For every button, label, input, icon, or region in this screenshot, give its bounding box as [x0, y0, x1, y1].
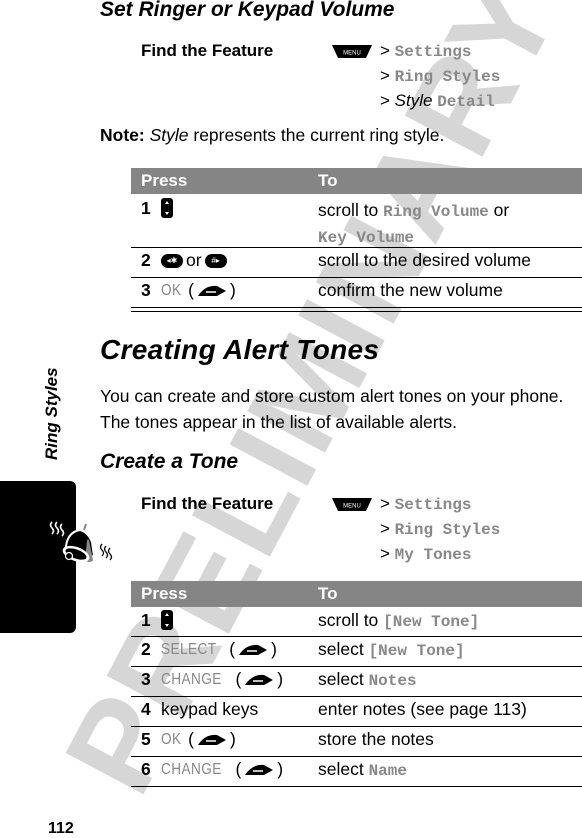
- menu-path-step: > Ring Styles: [380, 519, 501, 539]
- soft-key-label: SELECT: [161, 640, 217, 658]
- table-row: 6 CHANGE () select Name: [131, 757, 582, 787]
- pound-key-icon: #▸: [204, 253, 227, 268]
- find-feature-label: Find the Feature: [141, 41, 274, 60]
- press-cell: [161, 610, 318, 630]
- press-to-table-volume: Press To 1 scroll to Ring Volume or Key …: [131, 168, 582, 312]
- header-press: Press: [141, 584, 188, 603]
- table-row: 3 OK () confirm the new volume: [131, 278, 582, 308]
- header-to: To: [318, 171, 338, 190]
- press-cell: OK (): [161, 729, 236, 749]
- header-to: To: [318, 584, 338, 603]
- step-number: 3: [141, 669, 151, 689]
- table-row: 2 SELECT () select [New Tone]: [131, 637, 582, 667]
- press-cell: keypad keys: [161, 699, 259, 719]
- right-soft-key-icon: [245, 674, 274, 685]
- menu-path-step: > Settings: [380, 41, 472, 61]
- menu-path: > Settings > Ring Styles > My Tones: [380, 492, 500, 567]
- subsection-title-create-tone: Create a Tone: [100, 450, 239, 473]
- svg-text:MENU: MENU: [343, 51, 361, 57]
- step-number: 3: [141, 280, 151, 300]
- menu-path-step: > Style Detail: [380, 91, 495, 111]
- press-to-table-create-tone: Press To 1 scroll to [New Tone] 2 SELECT…: [131, 581, 582, 787]
- table-row: 1 scroll to Ring Volume or Key Volume: [131, 194, 582, 248]
- press-cell: OK (): [161, 280, 236, 300]
- section-title-creating-alert-tones: Creating Alert Tones: [100, 334, 380, 365]
- header-press: Press: [141, 171, 188, 190]
- soft-key-label: OK: [161, 281, 182, 299]
- step-number: 1: [141, 610, 151, 630]
- table-row: 4 keypad keys enter notes (see page 113): [131, 697, 582, 727]
- right-soft-key-icon: [245, 764, 274, 775]
- or-text: or: [186, 250, 202, 270]
- press-cell: [161, 198, 318, 218]
- to-cell: scroll to the desired volume: [318, 250, 532, 270]
- step-number: 2: [141, 639, 151, 659]
- soft-key-label: OK: [161, 730, 182, 748]
- nav-key-icon: [161, 198, 173, 218]
- section-side-label: Ring Styles: [42, 367, 61, 460]
- table-row: 5 OK () store the notes: [131, 727, 582, 757]
- menu-key-icon: MENU: [332, 45, 372, 58]
- menu-path-step: > Settings: [380, 494, 472, 514]
- step-number: 6: [141, 759, 151, 779]
- note: Note: Style represents the current ring …: [100, 125, 444, 146]
- soft-key-label: CHANGE: [161, 760, 222, 778]
- table-header: Press To: [131, 168, 582, 194]
- step-number: 5: [141, 729, 151, 749]
- menu-path-step: > My Tones: [380, 544, 472, 564]
- step-number: 1: [141, 198, 151, 218]
- right-soft-key-icon: [197, 285, 226, 296]
- table-header: Press To: [131, 581, 582, 607]
- nav-key-icon: [161, 610, 173, 630]
- table-row: 1 scroll to [New Tone]: [131, 607, 582, 637]
- svg-text:MENU: MENU: [343, 504, 361, 510]
- ringing-bell-icon: [49, 521, 113, 563]
- note-label: Note:: [100, 125, 145, 145]
- to-cell: select Notes: [318, 669, 417, 690]
- note-text: represents the current ring style.: [188, 125, 445, 145]
- step-number: 2: [141, 250, 151, 270]
- soft-key-label: CHANGE: [161, 670, 222, 688]
- step-number: 4: [141, 699, 151, 719]
- star-key-icon: ◂✱: [161, 253, 183, 268]
- to-cell: scroll to [New Tone]: [318, 610, 480, 631]
- press-cell: SELECT (): [161, 639, 277, 659]
- to-cell: select [New Tone]: [318, 639, 465, 660]
- to-cell: select Name: [318, 759, 407, 780]
- to-cell: enter notes (see page 113): [318, 699, 527, 719]
- menu-key-icon: MENU: [332, 498, 372, 511]
- press-cell: CHANGE (): [161, 669, 284, 689]
- table-end-rule: [131, 311, 582, 312]
- to-cell: scroll to Ring Volume or Key Volume: [318, 200, 510, 247]
- table-row: 3 CHANGE () select Notes: [131, 667, 582, 697]
- note-italic: Style: [149, 125, 189, 145]
- menu-path-step: > Ring Styles: [380, 66, 501, 86]
- find-feature-label: Find the Feature: [141, 494, 274, 513]
- table-row: 2 ◂✱ or #▸ scroll to the desired volume: [131, 248, 582, 278]
- page-number: 112: [48, 820, 74, 837]
- section-title-set-volume: Set Ringer or Keypad Volume: [100, 0, 395, 21]
- to-cell: confirm the new volume: [318, 280, 503, 300]
- press-cell: ◂✱ or #▸: [161, 250, 318, 271]
- to-cell: store the notes: [318, 729, 434, 749]
- section-intro: You can create and store custom alert to…: [100, 386, 564, 432]
- right-soft-key-icon: [239, 644, 268, 655]
- right-soft-key-icon: [197, 734, 226, 745]
- menu-path: > Settings > Ring Styles > Style Detail: [380, 39, 500, 114]
- manual-page: Ring Styles 112 Set Ringer or Keypad Vol…: [0, 0, 582, 837]
- press-cell: CHANGE (): [161, 759, 284, 779]
